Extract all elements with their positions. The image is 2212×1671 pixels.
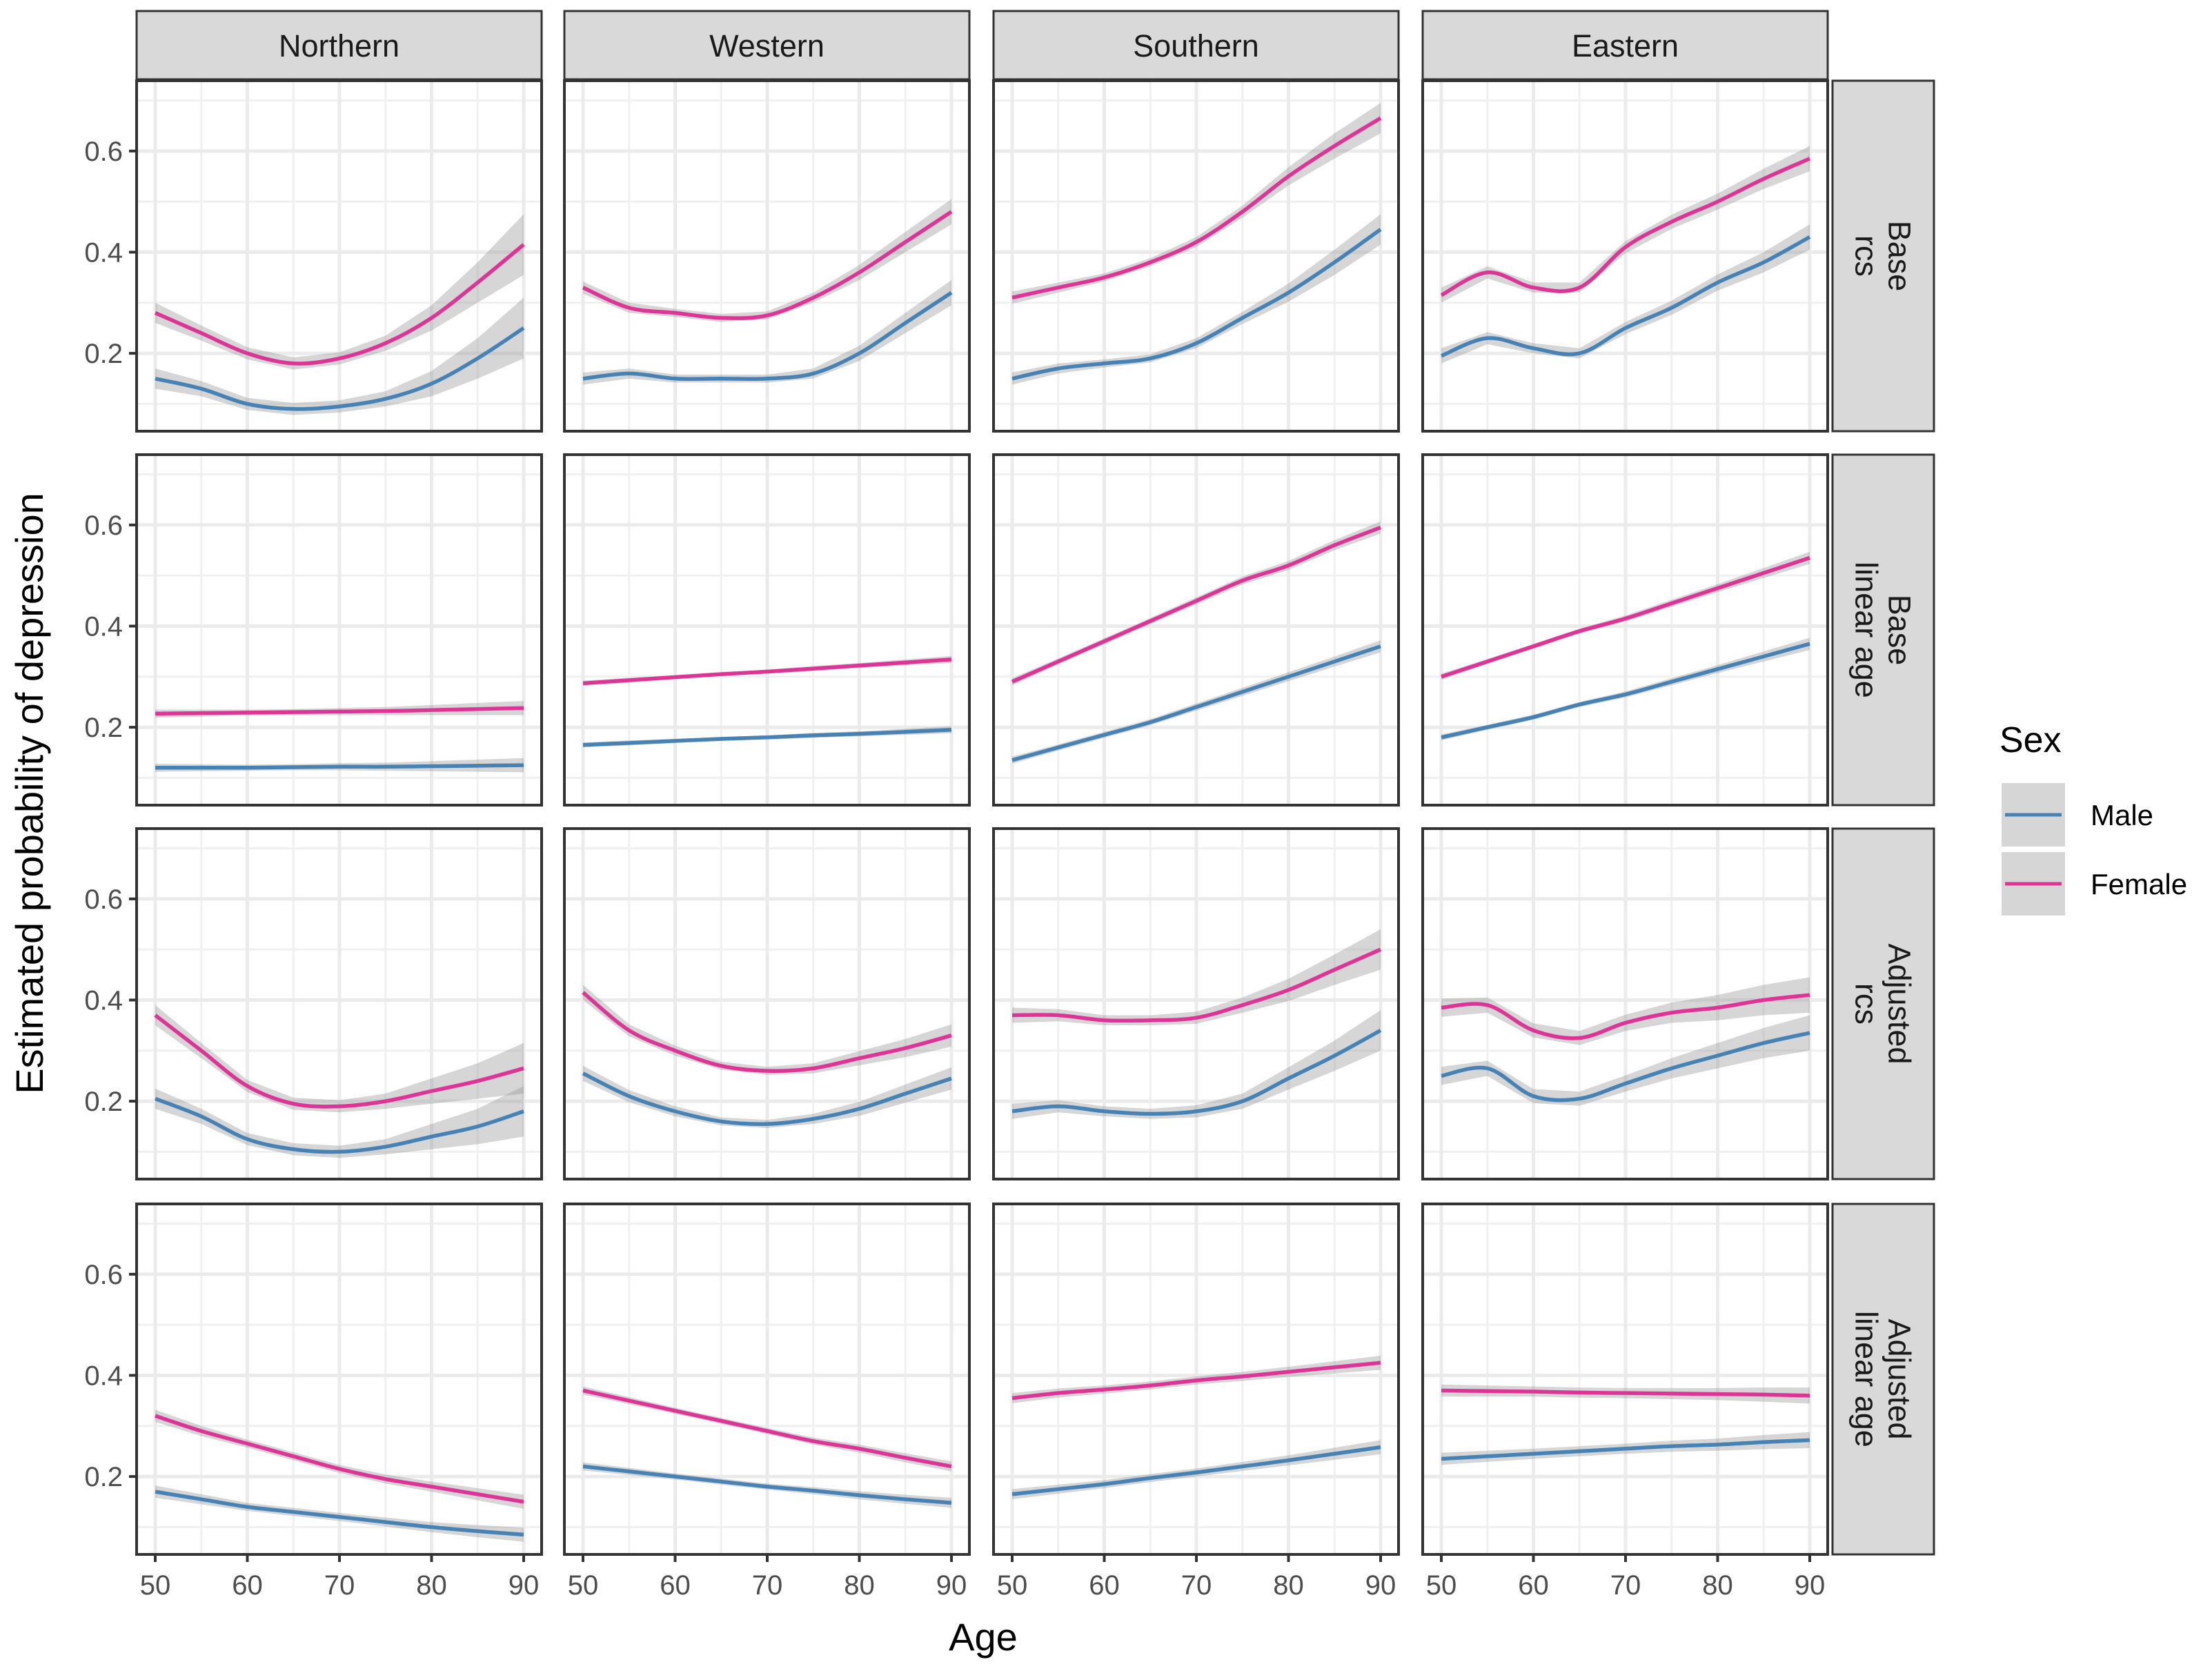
y-tick-label: 0.6 — [84, 1260, 123, 1290]
x-tick-label: 70 — [752, 1570, 783, 1601]
panel-southern-row4 — [992, 1203, 1400, 1556]
legend-item-female: Female — [2002, 852, 2187, 916]
x-tick-label: 60 — [232, 1570, 263, 1601]
x-tick-label: 80 — [416, 1570, 447, 1601]
legend: Sex Male Female — [1999, 720, 2187, 916]
row-strip-label-line1: Base — [1882, 595, 1917, 666]
legend-label-female: Female — [2091, 868, 2187, 900]
legend-title: Sex — [1999, 720, 2062, 760]
x-tick-label: 70 — [1181, 1570, 1212, 1601]
x-tick-label: 60 — [1089, 1570, 1120, 1601]
x-tick-label: 80 — [1273, 1570, 1304, 1601]
x-tick-label: 70 — [1610, 1570, 1641, 1601]
panel-grid — [135, 79, 1829, 1556]
panel-western-row4 — [563, 1203, 971, 1556]
x-tick-label: 80 — [844, 1570, 875, 1601]
x-tick-label: 60 — [1518, 1570, 1549, 1601]
column-strip-label-northern: Northern — [279, 28, 399, 63]
y-tick-label: 0.6 — [84, 511, 123, 541]
column-strip-label-western: Western — [709, 28, 824, 63]
y-tick-label: 0.4 — [84, 986, 123, 1016]
y-tick-label: 0.4 — [84, 1361, 123, 1392]
x-axis-title: Age — [949, 1615, 1018, 1659]
x-tick-label: 80 — [1702, 1570, 1733, 1601]
row-strip-label-line1: Base — [1882, 221, 1917, 292]
panel-northern-row2 — [135, 453, 543, 807]
column-strip-label-eastern: Eastern — [1572, 28, 1679, 63]
x-tick-label: 50 — [140, 1570, 171, 1601]
y-tick-label: 0.6 — [84, 884, 123, 915]
panel-northern-row4 — [135, 1203, 543, 1556]
row-strip-label-line2: rcs — [1849, 983, 1884, 1025]
x-tick-label: 50 — [1426, 1570, 1457, 1601]
row-strips: BasercsBaselinear ageAdjustedrcsAdjusted… — [1831, 79, 1935, 1556]
panel-western-row1 — [563, 79, 971, 433]
x-tick-label: 90 — [1795, 1570, 1826, 1601]
y-tick-label: 0.6 — [84, 137, 123, 167]
panel-northern-row1 — [135, 79, 543, 433]
panel-western-row2 — [563, 453, 971, 807]
y-tick-label: 0.4 — [84, 238, 123, 268]
panel-eastern-row2 — [1421, 453, 1829, 807]
y-tick-label: 0.2 — [84, 713, 123, 743]
row-strip-label-line1: Adjusted — [1882, 943, 1917, 1064]
y-tick-label: 0.4 — [84, 612, 123, 642]
x-tick-label: 90 — [936, 1570, 967, 1601]
x-tick-label: 50 — [568, 1570, 599, 1601]
panel-eastern-row1 — [1421, 79, 1829, 433]
row-strip-label-adjusted-linear-age: Adjustedlinear age — [1849, 1311, 1917, 1447]
panel-eastern-row3 — [1421, 827, 1829, 1180]
panel-western-row3 — [563, 827, 971, 1180]
panel-southern-row2 — [992, 453, 1400, 807]
y-axis: 0.2 0.4 0.6 0.2 0.4 0.6 0.2 0.4 0.6 0.2 0.4 0.6 — [84, 137, 137, 1492]
legend-item-male: Male — [2002, 783, 2153, 847]
x-tick-label: 70 — [324, 1570, 355, 1601]
x-tick-label: 90 — [508, 1570, 540, 1601]
row-strip-label-line2: linear age — [1849, 562, 1884, 698]
y-tick-label: 0.2 — [84, 1087, 123, 1117]
y-tick-label: 0.2 — [84, 1462, 123, 1492]
panel-southern-row1 — [992, 79, 1400, 433]
panel-northern-row3 — [135, 827, 543, 1180]
panel-eastern-row4 — [1421, 1203, 1829, 1556]
row-strip-label-line2: linear age — [1849, 1311, 1884, 1447]
row-strip-label-line2: rcs — [1849, 235, 1884, 277]
x-tick-label: 50 — [997, 1570, 1028, 1601]
faceted-line-chart: Northern Western Southern Eastern BasercsBa… — [8, 10, 2187, 1659]
x-axis: 50 60 70 80 90 50 60 70 80 90 50 60 70 80 90 50 60 70 80 90 — [140, 1554, 1826, 1601]
column-strips: Northern Western Southern Eastern — [135, 10, 1829, 81]
x-tick-label: 90 — [1365, 1570, 1396, 1601]
row-strip-label-line1: Adjusted — [1882, 1318, 1917, 1439]
legend-label-male: Male — [2091, 799, 2153, 831]
column-strip-label-southern: Southern — [1133, 28, 1259, 63]
y-tick-label: 0.2 — [84, 339, 123, 369]
x-tick-label: 60 — [660, 1570, 691, 1601]
panel-southern-row3 — [992, 827, 1400, 1180]
y-axis-title: Estimated probability of depression — [8, 493, 51, 1094]
